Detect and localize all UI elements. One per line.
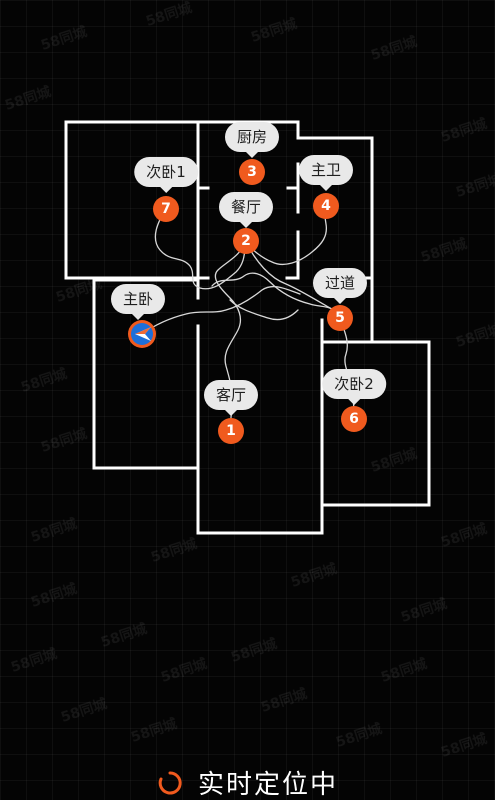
locating-status: 实时定位中 (0, 764, 495, 800)
loading-spinner-icon (158, 770, 182, 794)
location-arrow-icon (128, 320, 156, 348)
room-marker[interactable]: 3 (239, 159, 265, 185)
room-label-dining[interactable]: 餐厅 (218, 192, 274, 228)
room-label-corridor[interactable]: 过道 (312, 268, 368, 304)
wall-bedroom2 (320, 340, 431, 507)
room-label-bedroom1[interactable]: 次卧1 (134, 157, 198, 193)
wall-living-room (196, 340, 324, 535)
room-marker[interactable]: 5 (327, 305, 353, 331)
room-marker[interactable]: 2 (233, 228, 259, 254)
trace-path (141, 286, 301, 335)
room-marker[interactable]: 7 (153, 196, 179, 222)
room-label-master-bedroom[interactable]: 主卧 (110, 284, 166, 320)
wall-dining-right-lower (285, 230, 300, 280)
room-label-master-bath[interactable]: 主卫 (298, 155, 354, 191)
room-label-living-room[interactable]: 客厅 (203, 380, 259, 416)
locating-status-text: 实时定位中 (198, 770, 339, 800)
room-marker[interactable]: 4 (313, 193, 339, 219)
room-label-kitchen[interactable]: 厨房 (224, 122, 280, 158)
wall-bedroom1 (64, 120, 200, 280)
room-label-bedroom2[interactable]: 次卧2 (322, 369, 386, 405)
room-marker[interactable]: 1 (218, 418, 244, 444)
room-marker[interactable]: 6 (341, 406, 367, 432)
